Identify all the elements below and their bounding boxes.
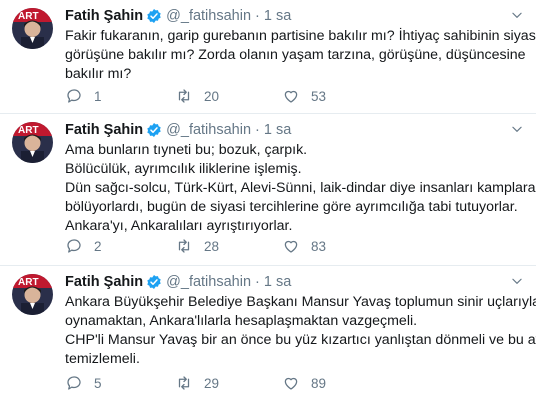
tweet[interactable]: ART Fatih Şahin @_fatihsahin · 1 sa bbox=[0, 0, 536, 114]
retweet-button[interactable]: 20 bbox=[175, 87, 282, 105]
separator-dot: · bbox=[255, 274, 260, 290]
tweet[interactable]: ART Fatih Şahin @_fatihsahin · 1 sa bbox=[0, 266, 536, 404]
reply-button[interactable]: 2 bbox=[65, 237, 175, 255]
verified-badge-icon bbox=[147, 275, 161, 289]
like-button[interactable]: 89 bbox=[282, 374, 389, 392]
like-icon bbox=[284, 240, 298, 253]
tweet-text: Fakir fukaranın, garip gurebanın partisi… bbox=[65, 27, 536, 84]
avatar-text-top: ART bbox=[18, 125, 39, 136]
tweet-actions: 2 28 83 bbox=[65, 236, 389, 256]
tweet-time[interactable]: 1 sa bbox=[264, 274, 291, 290]
tweet-text-line: Ama bunların tıyneti bu; bozuk, çarpık. bbox=[65, 142, 308, 158]
chevron-down-icon[interactable] bbox=[510, 8, 524, 22]
reply-count: 5 bbox=[94, 375, 102, 391]
tweet-header: Fatih Şahin @_fatihsahin · 1 sa bbox=[65, 272, 528, 292]
avatar-text-top: ART bbox=[18, 277, 39, 288]
tweet-text-line: CHP'li Mansur Yavaş bir an önce bu yüz k… bbox=[65, 332, 536, 348]
tweet-text-line: görüşüne bakılır mı? Zorda olanın yaşam … bbox=[65, 47, 526, 63]
tweet-text-line: bakılır mı? bbox=[65, 66, 132, 82]
reply-button[interactable]: 1 bbox=[65, 87, 175, 105]
author-name[interactable]: Fatih Şahin bbox=[65, 122, 143, 138]
tweet-text-line: Ankara'yı, Ankaralıları ayrıştırıyorlar. bbox=[65, 218, 293, 234]
retweet-button[interactable]: 29 bbox=[175, 374, 282, 392]
like-count: 83 bbox=[311, 238, 327, 254]
tweet-text: Ama bunların tıyneti bu; bozuk, çarpık. … bbox=[65, 141, 536, 236]
tweet-text-line: oynamaktan, Ankara'lılarla hesaplaşmakta… bbox=[65, 313, 418, 329]
tweet-time[interactable]: 1 sa bbox=[264, 8, 291, 24]
retweet-icon bbox=[178, 376, 190, 390]
like-count: 89 bbox=[311, 375, 327, 391]
retweet-count: 29 bbox=[204, 375, 220, 391]
tweet-text-line: Dün sağcı-solcu, Türk-Kürt, Alevi-Sünni,… bbox=[65, 180, 536, 196]
tweet-actions: 5 29 89 bbox=[65, 373, 389, 393]
tweet-text-line: Ankara Büyükşehir Belediye Başkanı Mansu… bbox=[65, 294, 536, 310]
tweet-header: Fatih Şahin @_fatihsahin · 1 sa bbox=[65, 6, 528, 26]
author-name[interactable]: Fatih Şahin bbox=[65, 8, 143, 24]
tweet-text-line: Bölücülük, ayrımcılık iliklerine işlemiş… bbox=[65, 161, 302, 177]
like-icon bbox=[284, 377, 298, 390]
timeline: ART Fatih Şahin @_fatihsahin · 1 sa Faki… bbox=[0, 0, 536, 404]
tweet-body: Fatih Şahin @_fatihsahin · 1 sa Ankara B… bbox=[65, 272, 536, 369]
reply-count: 2 bbox=[94, 238, 102, 254]
avatar-text-top: ART bbox=[18, 11, 39, 22]
tweet-actions: 1 20 53 bbox=[65, 86, 389, 106]
tweet-text-line: temizlemeli. bbox=[65, 351, 140, 367]
like-icon bbox=[284, 90, 298, 103]
verified-badge-icon bbox=[147, 9, 161, 23]
like-button[interactable]: 83 bbox=[282, 237, 389, 255]
like-count: 53 bbox=[311, 88, 327, 104]
tweet-time[interactable]: 1 sa bbox=[264, 122, 291, 138]
retweet-button[interactable]: 28 bbox=[175, 237, 282, 255]
reply-count: 1 bbox=[94, 88, 102, 104]
reply-button[interactable]: 5 bbox=[65, 374, 175, 392]
separator-dot: · bbox=[255, 8, 260, 24]
verified-badge-icon bbox=[147, 123, 161, 137]
like-button[interactable]: 53 bbox=[282, 87, 389, 105]
tweet[interactable]: ART Fatih Şahin @_fatihsahin · 1 sa bbox=[0, 114, 536, 266]
reply-icon bbox=[67, 239, 81, 253]
chevron-down-icon[interactable] bbox=[510, 274, 524, 288]
retweet-count: 20 bbox=[204, 88, 220, 104]
tweet-header: Fatih Şahin @_fatihsahin · 1 sa bbox=[65, 120, 528, 140]
reply-icon bbox=[67, 376, 81, 390]
avatar[interactable]: ART bbox=[12, 274, 53, 315]
retweet-icon bbox=[178, 239, 190, 253]
separator-dot: · bbox=[255, 122, 260, 138]
chevron-down-icon[interactable] bbox=[510, 122, 524, 136]
tweet-text: Ankara Büyükşehir Belediye Başkanı Mansu… bbox=[65, 293, 536, 369]
tweet-body: Fatih Şahin @_fatihsahin · 1 sa Fakir fu… bbox=[65, 6, 536, 84]
tweet-body: Fatih Şahin @_fatihsahin · 1 sa Ama bunl… bbox=[65, 120, 536, 236]
author-handle[interactable]: @_fatihsahin bbox=[166, 8, 251, 24]
retweet-count: 28 bbox=[204, 238, 220, 254]
avatar[interactable]: ART bbox=[12, 8, 53, 49]
author-handle[interactable]: @_fatihsahin bbox=[166, 122, 251, 138]
tweet-text-line: Fakir fukaranın, garip gurebanın partisi… bbox=[65, 28, 536, 44]
author-name[interactable]: Fatih Şahin bbox=[65, 274, 143, 290]
author-handle[interactable]: @_fatihsahin bbox=[166, 274, 251, 290]
retweet-icon bbox=[178, 89, 190, 103]
tweet-text-line: bölüyorlardı, bugün de siyasi tercihleri… bbox=[65, 199, 518, 215]
avatar[interactable]: ART bbox=[12, 122, 53, 163]
reply-icon bbox=[67, 89, 81, 103]
